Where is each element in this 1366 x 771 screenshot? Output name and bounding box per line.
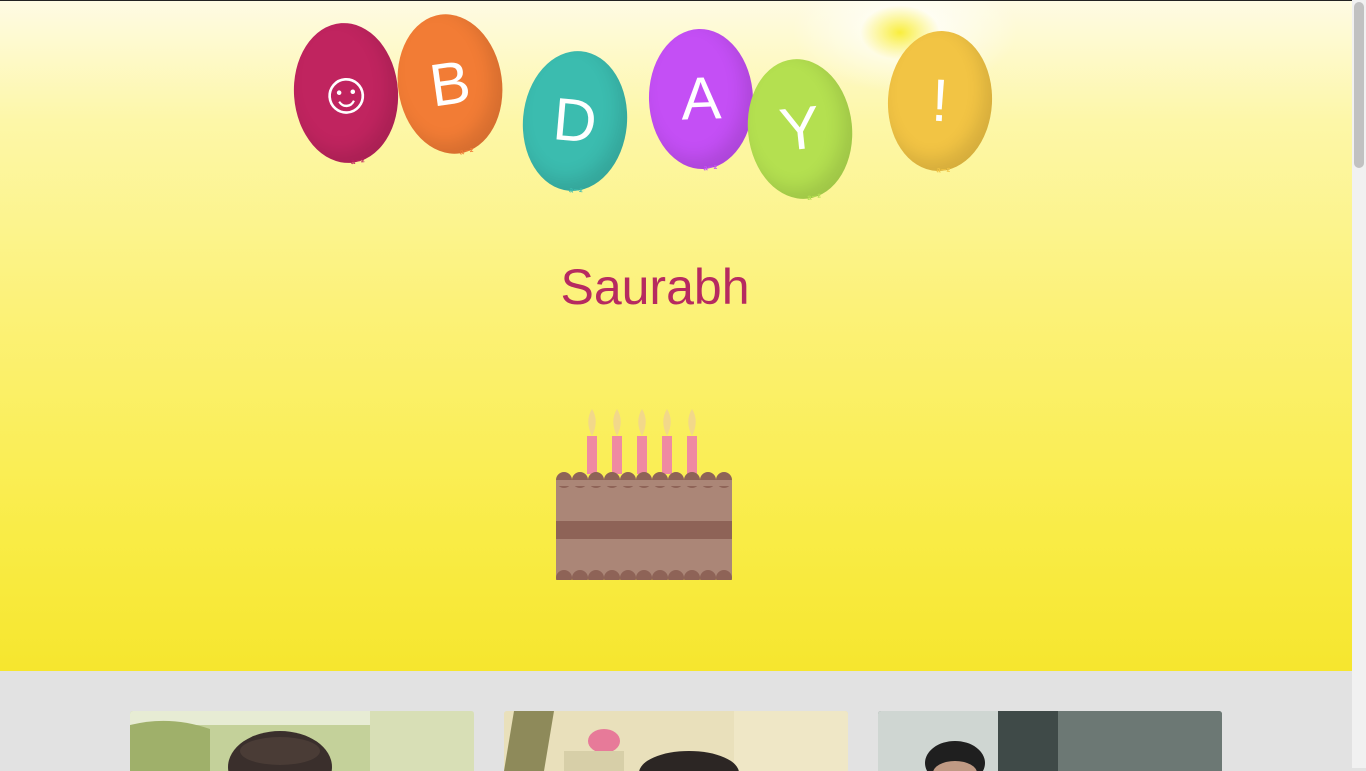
balloon-body: B — [388, 7, 512, 161]
balloon-letter: A — [679, 64, 723, 133]
birthday-name: Saurabh — [560, 259, 750, 315]
photo-icon — [878, 711, 1222, 771]
photo-icon — [130, 711, 474, 771]
hero-section: ☺ ᵃ⁻² B ᵃ⁻² D ᵃ⁻² A ᵃ⁻² Y ᵃ⁻² ! ᵃ⁻² Saur… — [0, 0, 1352, 671]
balloon-body: D — [517, 46, 633, 196]
balloon-knot: ᵃ⁻² — [703, 163, 718, 176]
candle — [612, 409, 622, 474]
balloon-exclamation[interactable]: ! ᵃ⁻² — [884, 28, 996, 179]
smiley-icon: ☺ — [289, 19, 403, 167]
candles — [587, 409, 697, 474]
gallery-photo-3[interactable] — [878, 711, 1222, 771]
candle — [687, 409, 697, 474]
photo-icon — [504, 711, 848, 771]
page-scrollbar[interactable] — [1352, 0, 1366, 768]
balloon-knot: ᵃ⁻² — [568, 185, 584, 199]
candle — [637, 409, 647, 474]
balloon-letter-b[interactable]: B ᵃ⁻² — [388, 7, 512, 161]
balloon-letter: ! — [929, 66, 951, 135]
balloon-letter-y[interactable]: Y ᵃ⁻² — [740, 53, 860, 206]
balloon-body: ! — [884, 28, 996, 174]
balloon-knot: ᵃ⁻² — [459, 146, 475, 161]
balloon-letter: B — [425, 47, 475, 120]
balloon-smiley[interactable]: ☺ ᵃ⁻² — [289, 19, 403, 170]
candle — [662, 409, 672, 474]
scrollbar-thumb[interactable] — [1354, 2, 1364, 168]
balloon-body: A — [646, 27, 756, 171]
balloon-knot: ᵃ⁻² — [936, 165, 951, 179]
balloon-letter-a[interactable]: A ᵃ⁻² — [646, 27, 756, 176]
gallery-photo-1[interactable] — [130, 711, 474, 771]
balloon-body: Y — [740, 53, 860, 205]
gallery-photo-2[interactable] — [504, 711, 848, 771]
window-top-border — [0, 0, 1352, 1]
balloon-knot: ᵃ⁻² — [806, 192, 822, 206]
cake-icon — [556, 409, 732, 580]
cake-body — [556, 472, 732, 580]
balloon-letter-d[interactable]: D ᵃ⁻² — [517, 46, 633, 199]
balloon-letter: Y — [776, 93, 824, 164]
balloon-letter: D — [550, 85, 600, 156]
balloon-knot: ᵃ⁻² — [350, 156, 366, 170]
candle — [587, 409, 597, 474]
